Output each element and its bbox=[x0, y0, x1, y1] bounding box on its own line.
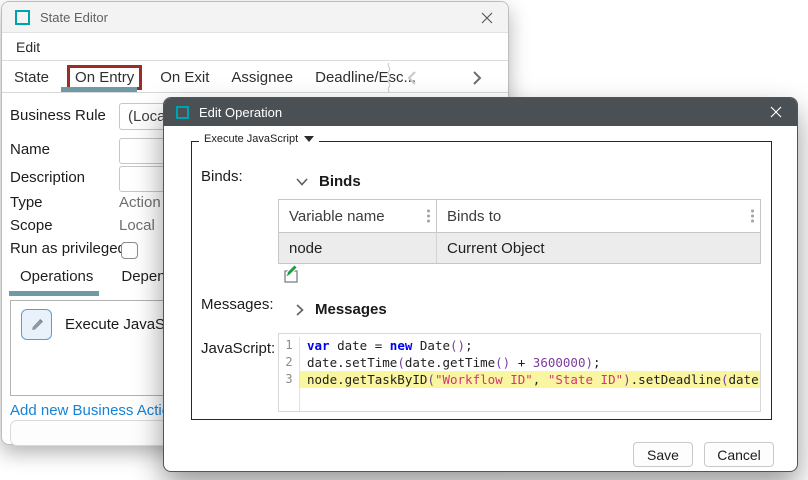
binds-section-header[interactable]: Binds bbox=[296, 173, 361, 190]
cancel-button[interactable]: Cancel bbox=[704, 442, 774, 467]
dialog-window-icon bbox=[176, 106, 189, 119]
type-value: Action bbox=[119, 194, 161, 211]
tab-on-exit[interactable]: On Exit bbox=[160, 69, 209, 86]
column-header-binds-to[interactable]: Binds to bbox=[437, 200, 760, 232]
operation-type-label: Execute JavaScript bbox=[204, 133, 298, 145]
run-as-privileged-label: Run as privileged bbox=[10, 240, 126, 257]
name-label: Name bbox=[10, 141, 50, 158]
tab-strip: State On Entry On Exit Assignee Deadline… bbox=[2, 62, 508, 93]
edit-operation-button[interactable] bbox=[21, 309, 52, 340]
javascript-field-label: JavaScript: bbox=[201, 340, 275, 357]
tab-assignee[interactable]: Assignee bbox=[231, 69, 293, 86]
messages-section-header[interactable]: Messages bbox=[296, 301, 387, 318]
type-label: Type bbox=[10, 194, 43, 211]
code-line-3-highlighted: 3 node.getTaskByID("Workflow ID", "State… bbox=[279, 371, 760, 388]
binds-table: Variable name Binds to node Current Obje… bbox=[278, 199, 761, 264]
dropdown-caret-icon bbox=[304, 136, 314, 142]
menu-edit[interactable]: Edit bbox=[12, 37, 44, 57]
tab-operations[interactable]: Operations bbox=[20, 268, 93, 292]
operation-label: Execute JavaSc bbox=[65, 316, 173, 333]
window-title: State Editor bbox=[40, 10, 108, 25]
add-business-action-link[interactable]: Add new Business Action bbox=[10, 402, 178, 419]
close-icon[interactable] bbox=[474, 5, 500, 31]
tab-state[interactable]: State bbox=[14, 69, 49, 86]
dialog-title: Edit Operation bbox=[199, 105, 282, 120]
description-label: Description bbox=[10, 169, 85, 186]
cell-variable-name[interactable]: node bbox=[279, 232, 437, 263]
screen: State Editor Edit State On Entry On Exit… bbox=[0, 0, 808, 480]
window-icon bbox=[15, 10, 30, 25]
messages-field-label: Messages: bbox=[201, 296, 274, 313]
save-button[interactable]: Save bbox=[633, 442, 693, 467]
messages-section-title: Messages bbox=[315, 301, 387, 318]
binds-field-label: Binds: bbox=[201, 168, 243, 185]
cell-binds-to[interactable]: Current Object bbox=[437, 232, 760, 263]
operation-type-selector[interactable]: Execute JavaScript bbox=[199, 133, 319, 145]
scope-label: Scope bbox=[10, 217, 53, 234]
line-number: 2 bbox=[279, 354, 300, 371]
selected-tab-indicator bbox=[61, 87, 137, 92]
scope-value: Local bbox=[119, 217, 155, 234]
table-row[interactable]: node Current Object bbox=[279, 232, 760, 263]
chevron-down-icon bbox=[296, 178, 308, 186]
add-row-icon bbox=[280, 265, 300, 285]
javascript-code-editor[interactable]: 1 var date = new Date(); 2 date.setTime(… bbox=[278, 333, 761, 412]
table-header-row: Variable name Binds to bbox=[279, 200, 760, 232]
line-number: 1 bbox=[279, 337, 300, 354]
dialog-close-icon[interactable] bbox=[763, 100, 789, 124]
tab-scroll-left-icon[interactable] bbox=[400, 66, 424, 90]
dialog-titlebar[interactable]: Edit Operation bbox=[164, 98, 797, 126]
column-header-variable-name[interactable]: Variable name bbox=[279, 200, 437, 232]
run-as-privileged-checkbox[interactable] bbox=[121, 242, 138, 259]
business-rule-value: (Loca bbox=[128, 108, 166, 125]
code-line-2: 2 date.setTime(date.getTime() + 3600000)… bbox=[279, 354, 760, 371]
line-number: 3 bbox=[279, 371, 300, 388]
tab-on-entry[interactable]: On Entry bbox=[67, 65, 142, 90]
pencil-icon bbox=[28, 316, 46, 334]
tab-overflow-separator bbox=[385, 63, 393, 96]
business-rule-label: Business Rule bbox=[10, 107, 106, 124]
binds-section-title: Binds bbox=[319, 173, 361, 190]
code-line-1: 1 var date = new Date(); bbox=[279, 337, 760, 354]
menu-bar: Edit bbox=[2, 34, 508, 61]
column-menu-icon[interactable] bbox=[751, 210, 754, 223]
chevron-right-icon bbox=[296, 304, 304, 316]
gutter-filler bbox=[279, 388, 300, 412]
edit-operation-dialog: Edit Operation Execute JavaScript Binds:… bbox=[163, 97, 798, 472]
selected-sub-tab-indicator bbox=[9, 291, 99, 296]
column-menu-icon[interactable] bbox=[427, 210, 430, 223]
tab-scroll-right-icon[interactable] bbox=[465, 66, 489, 90]
add-row-button[interactable] bbox=[279, 264, 301, 286]
state-editor-titlebar[interactable]: State Editor bbox=[2, 2, 508, 33]
